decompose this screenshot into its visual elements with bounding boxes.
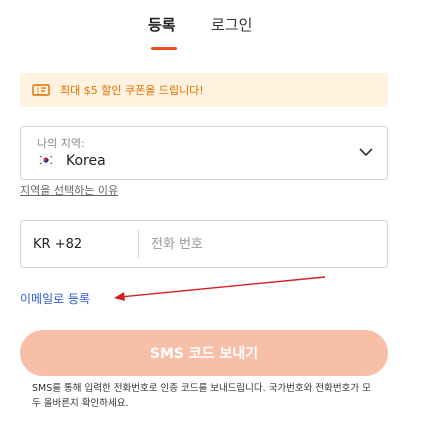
auth-tabs: 등록 로그인 — [0, 14, 422, 54]
coupon-text: 최대 $5 할인 쿠폰을 드립니다! — [60, 84, 204, 97]
active-tab-indicator — [151, 47, 177, 50]
chevron-down-icon — [359, 148, 373, 157]
region-value: Korea — [66, 153, 106, 169]
why-region-link[interactable]: 지역을 선택하는 이유 — [20, 182, 118, 198]
phone-field: KR +82 — [20, 220, 388, 268]
region-select[interactable]: 나의 지역: Korea — [20, 126, 388, 180]
tab-register[interactable]: 등록 — [148, 14, 176, 35]
tab-login[interactable]: 로그인 — [211, 14, 252, 35]
register-with-email-link[interactable]: 이메일로 등록 — [20, 290, 90, 307]
kr-flag-icon — [38, 154, 54, 166]
phone-number-input[interactable] — [139, 221, 387, 267]
coupon-icon — [32, 84, 50, 96]
annotation-arrow — [114, 276, 326, 301]
coupon-banner: 최대 $5 할인 쿠폰을 드립니다! — [20, 73, 388, 107]
region-label: 나의 지역: — [37, 137, 85, 150]
sms-notice: SMS를 통해 입력한 전화번호로 인증 코드를 보내드립니다. 국가번호와 전… — [32, 383, 371, 409]
country-code-select[interactable]: KR +82 — [21, 221, 138, 267]
send-sms-code-button[interactable]: SMS 코드 보내기 — [20, 330, 388, 376]
